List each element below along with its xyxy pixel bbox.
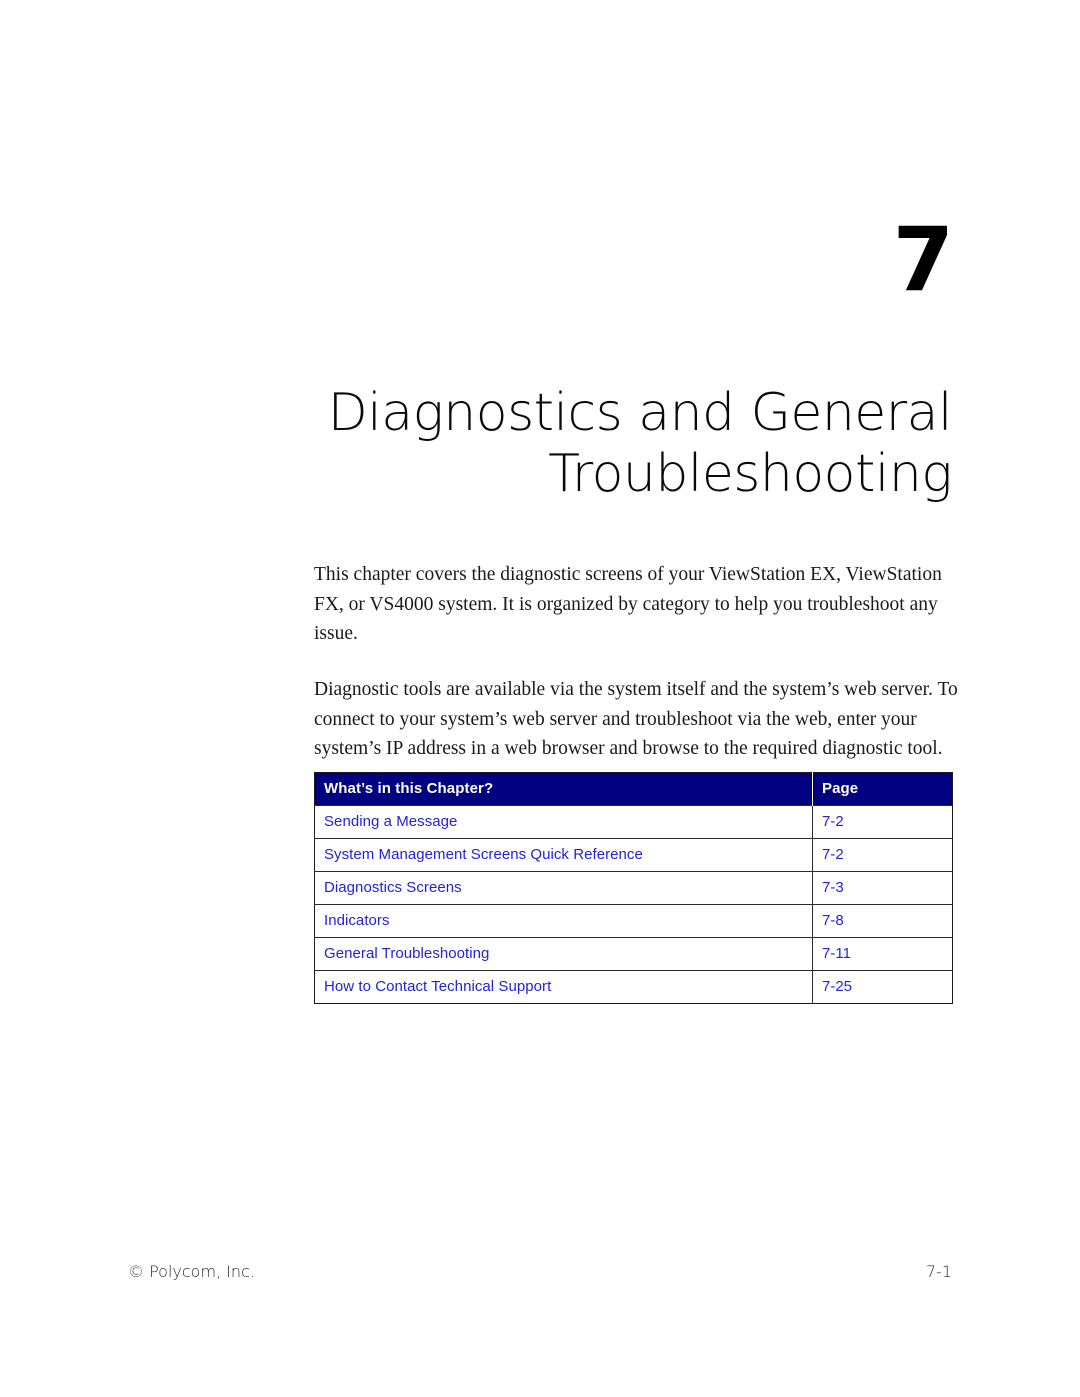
page-title: Diagnostics and General Troubleshooting xyxy=(252,382,953,505)
document-page: 7 Diagnostics and General Troubleshootin… xyxy=(0,0,1080,1397)
toc-link-topic[interactable]: Indicators xyxy=(314,904,813,938)
table-row[interactable]: Diagnostics Screens 7-3 xyxy=(314,871,953,905)
page-footer: © Polycom, Inc. 7-1 xyxy=(128,1262,952,1288)
table-row[interactable]: System Management Screens Quick Referenc… xyxy=(314,838,953,872)
toc-link-topic[interactable]: Diagnostics Screens xyxy=(314,871,813,905)
copyright-notice: © Polycom, Inc. xyxy=(128,1262,255,1281)
toc-link-topic[interactable]: General Troubleshooting xyxy=(314,937,813,971)
toc-link-page[interactable]: 7-2 xyxy=(812,805,953,839)
table-row[interactable]: Indicators 7-8 xyxy=(314,904,953,938)
intro-text: This chapter covers the diagnostic scree… xyxy=(314,560,960,764)
intro-paragraph-1: This chapter covers the diagnostic scree… xyxy=(314,564,942,645)
toc-link-page[interactable]: 7-3 xyxy=(812,871,953,905)
intro-paragraph-2: Diagnostic tools are available via the s… xyxy=(314,678,958,760)
toc-link-topic[interactable]: Sending a Message xyxy=(314,805,813,839)
toc-link-page[interactable]: 7-8 xyxy=(812,904,953,938)
column-header-page: Page xyxy=(812,772,953,806)
column-header-topic: What’s in this Chapter? xyxy=(314,772,813,806)
chapter-number: 7 xyxy=(892,208,954,311)
toc-link-page[interactable]: 7-11 xyxy=(812,937,953,971)
chapter-title-line-1: Diagnostics and General xyxy=(327,382,953,443)
table-row[interactable]: Sending a Message 7-2 xyxy=(314,805,953,839)
page-number: 7-1 xyxy=(925,1262,952,1281)
chapter-title-line-2: Troubleshooting xyxy=(548,443,952,504)
toc-link-page[interactable]: 7-2 xyxy=(812,838,953,872)
table-row[interactable]: General Troubleshooting 7-11 xyxy=(314,937,953,971)
table-header-row: What’s in this Chapter? Page xyxy=(314,772,953,806)
toc-link-topic[interactable]: How to Contact Technical Support xyxy=(314,970,813,1004)
chapter-contents-table: What’s in this Chapter? Page Sending a M… xyxy=(314,772,953,1004)
table-row[interactable]: How to Contact Technical Support 7-25 xyxy=(314,970,953,1004)
toc-link-topic[interactable]: System Management Screens Quick Referenc… xyxy=(314,838,813,872)
toc-link-page[interactable]: 7-25 xyxy=(812,970,953,1004)
